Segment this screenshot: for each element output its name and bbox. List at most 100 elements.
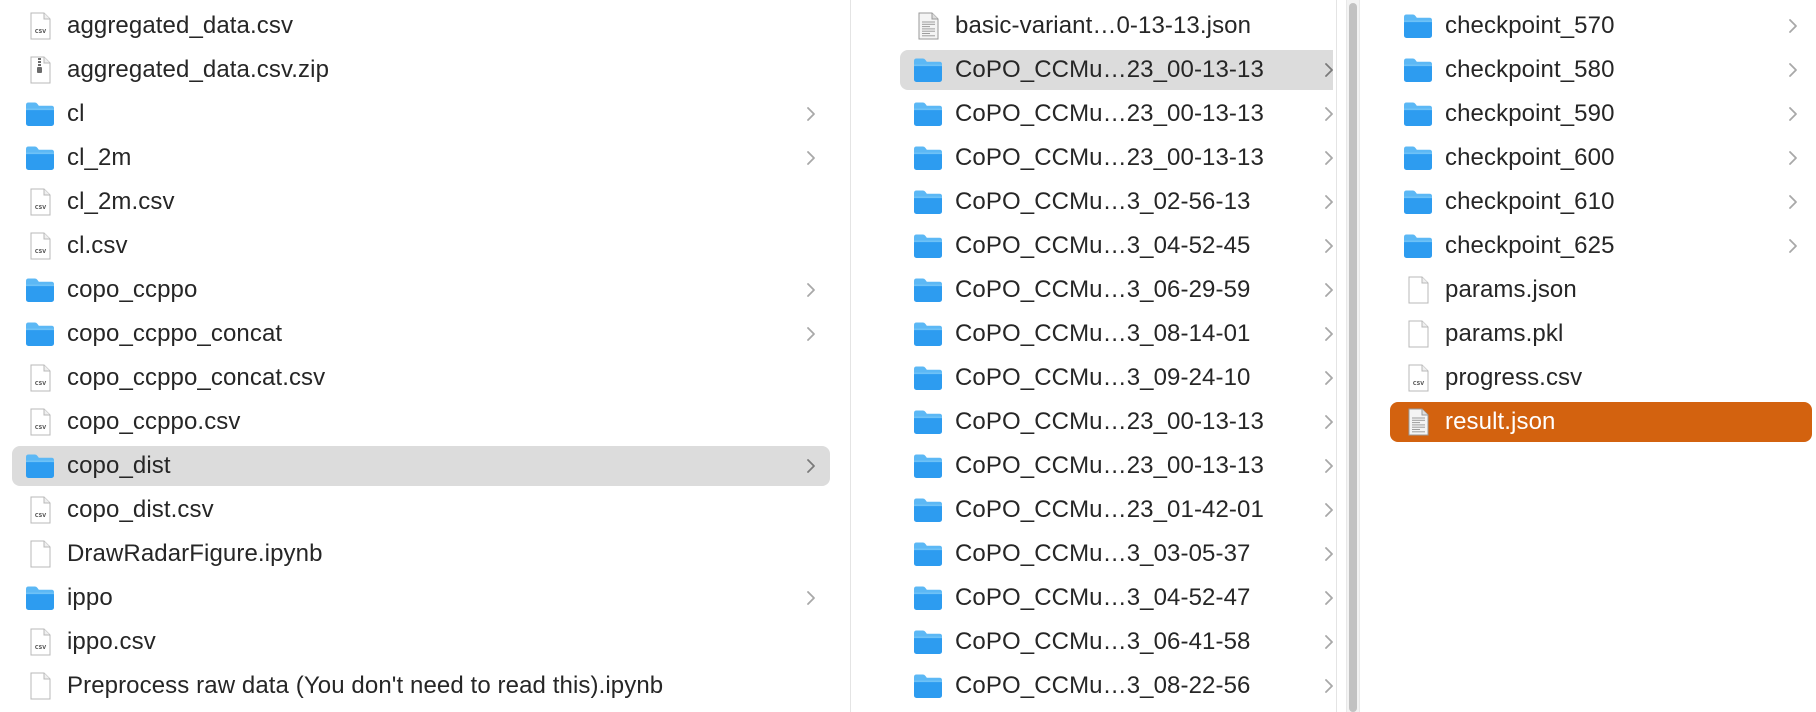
item-name: aggregated_data.csv	[67, 12, 294, 39]
chevron-right-icon	[1322, 324, 1333, 344]
file-row[interactable]: DrawRadarFigure.ipynb	[12, 534, 830, 574]
item-name: CoPO_CCMu…3_06-29-59	[955, 276, 1251, 303]
folder-row[interactable]: CoPO_CCMu…3_02-56-13	[900, 182, 1333, 222]
svg-text:CSV: CSV	[35, 513, 46, 519]
item-name: cl	[67, 100, 85, 127]
item-name: CoPO_CCMu…23_00-13-13	[955, 452, 1264, 479]
file-row[interactable]: params.json	[1390, 270, 1812, 310]
file-row[interactable]: CSV copo_dist.csv	[12, 490, 830, 530]
folder-row[interactable]: CoPO_CCMu…3_08-14-01	[900, 314, 1333, 354]
column-3[interactable]: checkpoint_570 checkpoint_580 checkpoint_5…	[1368, 0, 1816, 712]
folder-row[interactable]: CoPO_CCMu…23_00-13-13	[900, 94, 1333, 134]
file-row[interactable]: CSV copo_ccppo.csv	[12, 402, 830, 442]
chevron-right-icon	[1322, 60, 1333, 80]
file-row[interactable]: CSV ippo.csv	[12, 622, 830, 662]
file-row[interactable]: CSV cl.csv	[12, 226, 830, 266]
folder-row[interactable]: ippo	[12, 578, 830, 618]
folder-row[interactable]: copo_ccppo	[12, 270, 830, 310]
chevron-right-icon	[1786, 104, 1800, 124]
file-row[interactable]: params.pkl	[1390, 314, 1812, 354]
folder-row[interactable]: CoPO_CCMu…23_01-42-01	[900, 490, 1333, 530]
folder-row[interactable]: CoPO_CCMu…23_00-13-13	[900, 50, 1333, 90]
column-2[interactable]: basic-variant…0-13-13.json CoPO_CCMu…23_0…	[878, 0, 1333, 712]
column-divider[interactable]	[848, 0, 878, 712]
item-name: CoPO_CCMu…3_08-22-56	[955, 672, 1251, 699]
folder-row[interactable]: copo_dist	[12, 446, 830, 486]
item-name: aggregated_data.csv.zip	[67, 56, 330, 83]
folder-row[interactable]: CoPO_CCMu…23_00-13-13	[900, 138, 1333, 178]
file-row[interactable]: CSV copo_ccppo_concat.csv	[12, 358, 830, 398]
folder-row[interactable]: CoPO_CCMu…3_08-22-56	[900, 666, 1333, 706]
chevron-right-icon	[1322, 280, 1333, 300]
folder-row[interactable]: copo_ccppo_concat	[12, 314, 830, 354]
item-name: params.pkl	[1445, 320, 1564, 347]
chevron-right-icon	[804, 148, 818, 168]
chevron-right-icon	[804, 588, 818, 608]
folder-icon	[1402, 56, 1434, 84]
item-name: checkpoint_590	[1445, 100, 1615, 127]
chevron-right-icon	[1322, 368, 1333, 388]
folder-row[interactable]: cl_2m	[12, 138, 830, 178]
folder-row[interactable]: checkpoint_590	[1390, 94, 1812, 134]
svg-text:CSV: CSV	[35, 645, 46, 651]
document-icon	[24, 540, 56, 568]
chevron-right-icon	[1322, 500, 1333, 520]
folder-row[interactable]: CoPO_CCMu…23_00-13-13	[900, 446, 1333, 486]
folder-row[interactable]: checkpoint_570	[1390, 6, 1812, 46]
file-row[interactable]: basic-variant…0-13-13.json	[900, 6, 1333, 46]
scrollbar-thumb[interactable]	[1349, 3, 1357, 712]
chevron-right-icon	[1322, 456, 1333, 476]
folder-row[interactable]: CoPO_CCMu…3_04-52-45	[900, 226, 1333, 266]
svg-text:CSV: CSV	[35, 425, 46, 431]
item-name: copo_ccppo_concat	[67, 320, 283, 347]
item-name: CoPO_CCMu…3_04-52-47	[955, 584, 1251, 611]
folder-row[interactable]: checkpoint_580	[1390, 50, 1812, 90]
folder-icon	[912, 320, 944, 348]
item-name: cl_2m	[67, 144, 132, 171]
chevron-right-icon	[1322, 544, 1333, 564]
folder-row[interactable]: checkpoint_610	[1390, 182, 1812, 222]
svg-text:CSV: CSV	[35, 29, 46, 35]
folder-row[interactable]: checkpoint_625	[1390, 226, 1812, 266]
item-name: checkpoint_610	[1445, 188, 1615, 215]
folder-icon	[912, 144, 944, 172]
item-name: basic-variant…0-13-13.json	[955, 12, 1252, 39]
folder-row[interactable]: checkpoint_600	[1390, 138, 1812, 178]
folder-row[interactable]: CoPO_CCMu…3_04-52-47	[900, 578, 1333, 618]
svg-text:CSV: CSV	[35, 249, 46, 255]
folder-icon	[912, 232, 944, 260]
folder-icon	[24, 320, 56, 348]
item-name: checkpoint_625	[1445, 232, 1615, 259]
folder-icon	[1402, 100, 1434, 128]
chevron-right-icon	[804, 104, 818, 124]
file-row[interactable]: aggregated_data.csv.zip	[12, 50, 830, 90]
file-row[interactable]: CSV progress.csv	[1390, 358, 1812, 398]
chevron-right-icon	[1322, 148, 1333, 168]
chevron-right-icon	[1786, 60, 1800, 80]
file-row[interactable]: Preprocess raw data (You don't need to r…	[12, 666, 830, 706]
folder-row[interactable]: CoPO_CCMu…3_06-29-59	[900, 270, 1333, 310]
file-row[interactable]: CSV aggregated_data.csv	[12, 6, 830, 46]
file-row[interactable]: CSV cl_2m.csv	[12, 182, 830, 222]
folder-icon	[912, 672, 944, 700]
folder-row[interactable]: CoPO_CCMu…23_00-13-13	[900, 402, 1333, 442]
item-name: CoPO_CCMu…3_03-05-37	[955, 540, 1251, 567]
chevron-right-icon	[804, 324, 818, 344]
csv-file-icon: CSV	[24, 188, 56, 216]
column-divider-line[interactable]	[1336, 0, 1337, 712]
folder-row[interactable]: CoPO_CCMu…3_09-24-10	[900, 358, 1333, 398]
json-file-icon	[1402, 408, 1434, 436]
folder-icon	[1402, 232, 1434, 260]
item-name: CoPO_CCMu…23_00-13-13	[955, 408, 1264, 435]
json-file-icon	[912, 12, 944, 40]
file-row[interactable]: result.json	[1390, 402, 1812, 442]
folder-row[interactable]: CoPO_CCMu…3_06-41-58	[900, 622, 1333, 662]
chevron-right-icon	[1322, 588, 1333, 608]
item-name: DrawRadarFigure.ipynb	[67, 540, 323, 567]
csv-file-icon: CSV	[1402, 364, 1434, 392]
item-name: progress.csv	[1445, 364, 1583, 391]
folder-row[interactable]: cl	[12, 94, 830, 134]
folder-row[interactable]: CoPO_CCMu…3_03-05-37	[900, 534, 1333, 574]
item-name: CoPO_CCMu…23_00-13-13	[955, 144, 1264, 171]
column-1[interactable]: CSV aggregated_data.csv aggregated_data.cs…	[0, 0, 848, 712]
